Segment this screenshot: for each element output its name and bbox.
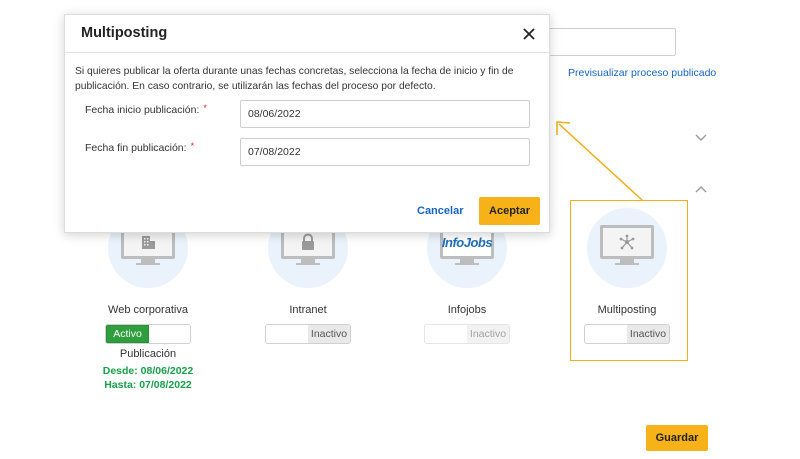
dialog-title: Multiposting xyxy=(81,25,168,41)
infojobs-logo: InfoJobs xyxy=(441,234,493,250)
chevron-down-icon[interactable] xyxy=(695,132,707,144)
cancel-button[interactable]: Cancelar xyxy=(417,205,463,217)
channel-web-corporativa: Web corporativa Activo Publicación Desde… xyxy=(88,208,208,391)
dialog-description: Si quieres publicar la oferta durante un… xyxy=(75,66,514,92)
toggle-inactive-segment[interactable]: Inactivo xyxy=(308,325,350,343)
toggle-empty-segment xyxy=(425,325,467,343)
publication-label: Publicación xyxy=(119,348,177,360)
chevron-up-icon[interactable] xyxy=(695,183,707,195)
channel-label: Infojobs xyxy=(447,304,487,316)
status-toggle[interactable]: Inactivo xyxy=(265,324,351,344)
status-toggle: Inactivo xyxy=(424,324,510,344)
publication-from-date: Desde: 08/06/2022 xyxy=(102,365,194,377)
toggle-active-segment[interactable]: Activo xyxy=(106,325,149,343)
channel-label: Intranet xyxy=(289,304,327,316)
building-icon xyxy=(142,236,155,249)
toggle-empty-segment[interactable] xyxy=(266,325,308,343)
required-mark: * xyxy=(190,141,195,151)
start-date-label: Fecha inicio publicación: * xyxy=(85,103,207,116)
save-button[interactable]: Guardar xyxy=(646,425,708,451)
toggle-inactive-segment: Inactivo xyxy=(467,325,509,343)
background-text-field[interactable] xyxy=(548,28,676,56)
required-mark: * xyxy=(203,103,207,113)
start-date-input[interactable] xyxy=(240,100,530,128)
channel-label: Web corporativa xyxy=(108,304,188,316)
accept-button[interactable]: Aceptar xyxy=(479,197,540,225)
publication-to-date: Hasta: 07/08/2022 xyxy=(104,379,192,391)
multiposting-highlight-box xyxy=(570,200,688,361)
multiposting-dialog: Multiposting Si quieres publicar la ofer… xyxy=(64,14,550,233)
dialog-header: Multiposting xyxy=(65,15,549,53)
lock-icon xyxy=(302,233,314,250)
close-icon[interactable] xyxy=(519,24,539,44)
preview-published-process-link[interactable]: Previsualizar proceso publicado xyxy=(568,67,716,79)
end-date-label-text: Fecha fin publicación: xyxy=(85,142,187,154)
end-date-label: Fecha fin publicación: * xyxy=(85,141,194,154)
start-date-label-text: Fecha inicio publicación: xyxy=(85,104,200,116)
end-date-input[interactable] xyxy=(240,138,530,166)
toggle-empty-segment[interactable] xyxy=(149,325,190,343)
status-toggle[interactable]: Activo xyxy=(105,324,191,344)
